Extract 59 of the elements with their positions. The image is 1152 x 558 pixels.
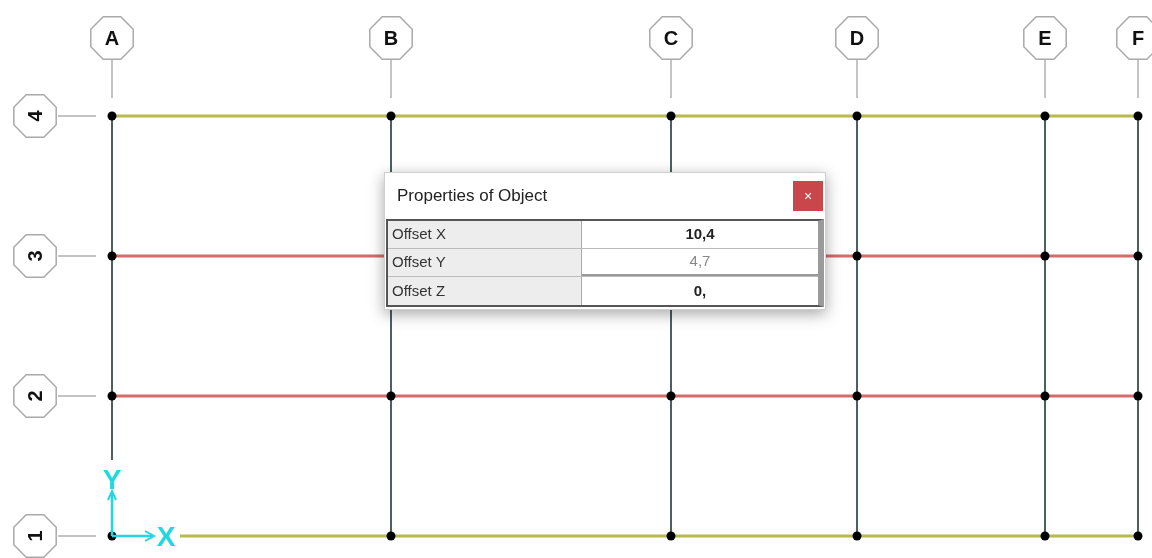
property-name: Offset Y [388, 249, 582, 276]
grid-label: 2 [24, 390, 46, 402]
grid-label: 4 [24, 110, 46, 122]
grid-bubble [1116, 16, 1152, 60]
joint-dot [666, 531, 676, 541]
grid-bubble [13, 514, 57, 558]
joint-dot [386, 531, 396, 541]
leader-line [57, 395, 97, 397]
grid-bubble [835, 16, 879, 60]
joint-dot [666, 391, 676, 401]
close-button[interactable]: × [793, 181, 823, 211]
joint-dot [852, 251, 862, 261]
leader-line [111, 59, 113, 99]
grid-label: B [383, 27, 399, 49]
joint-dot [1040, 531, 1050, 541]
grid-bubble [369, 16, 413, 60]
joint-dot [852, 391, 862, 401]
leader-line [57, 255, 97, 257]
dialog-title: Properties of Object [397, 185, 548, 208]
joint-dot [1133, 391, 1143, 401]
joint-dot [1040, 251, 1050, 261]
grid-label: C [663, 27, 679, 49]
grid-label: 1 [24, 530, 46, 542]
joint-dot [1040, 111, 1050, 121]
joint-dot [852, 531, 862, 541]
joint-dot [852, 111, 862, 121]
grid-label: 3 [24, 250, 46, 262]
leader-line [1137, 59, 1139, 99]
grid-label: E [1038, 27, 1052, 49]
leader-line [57, 535, 97, 537]
leader-line [856, 59, 858, 99]
joint-dot [386, 391, 396, 401]
joint-dot [386, 111, 396, 121]
joint-dot [107, 531, 117, 541]
joint-dot [1133, 111, 1143, 121]
joint-dot [107, 391, 117, 401]
leader-line [670, 59, 672, 99]
grid-bubble [13, 234, 57, 278]
joint-dot [107, 111, 117, 121]
property-name: Offset X [388, 221, 582, 248]
grid-label: A [104, 27, 120, 49]
joint-dot [666, 111, 676, 121]
grid-bubble [13, 374, 57, 418]
grid-bubble [1023, 16, 1067, 60]
grid-bubble [649, 16, 693, 60]
grid-bubble [13, 94, 57, 138]
leader-line [390, 59, 392, 99]
joint-dot [107, 251, 117, 261]
joint-dot [1133, 531, 1143, 541]
grid-bubble [90, 16, 134, 60]
axis-label: X [156, 521, 176, 552]
joint-dot [1040, 391, 1050, 401]
joint-dot [1133, 251, 1143, 261]
leader-line [1044, 59, 1046, 99]
axis-label: Y [102, 464, 122, 495]
grid-label: D [849, 27, 865, 49]
leader-line [57, 115, 97, 117]
grid-label: F [1131, 27, 1145, 49]
property-name: Offset Z [388, 277, 582, 305]
